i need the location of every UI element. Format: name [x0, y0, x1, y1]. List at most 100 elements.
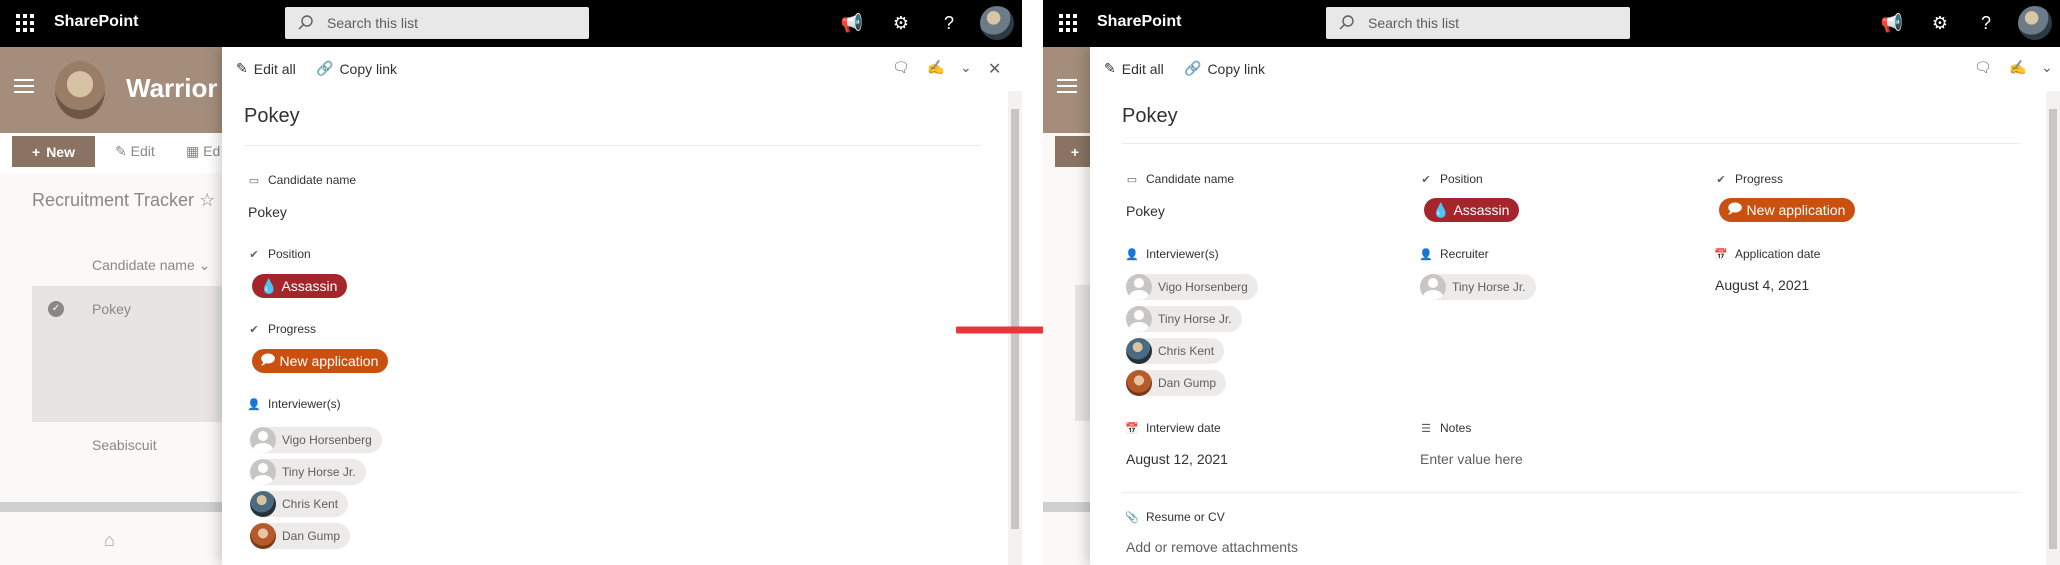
pencil-icon: ✎: [1104, 60, 1116, 76]
avatar: [1126, 338, 1152, 364]
megaphone-icon[interactable]: 📢: [1879, 10, 1905, 36]
help-icon[interactable]: ?: [1973, 10, 1999, 36]
chevron-down-icon[interactable]: ⌄: [960, 59, 972, 76]
field-label-position: ✔ Position: [1420, 172, 1483, 186]
person-chip[interactable]: Dan Gump: [1126, 370, 1227, 396]
notes-input[interactable]: Enter value here: [1420, 451, 1523, 467]
star-icon[interactable]: ☆: [199, 190, 215, 210]
label-text: Application date: [1735, 247, 1821, 261]
waffle-icon[interactable]: [16, 14, 34, 32]
choice-icon: ✔: [249, 248, 259, 261]
scrollbar-thumb[interactable]: [2049, 109, 2057, 549]
comments-icon[interactable]: 🗨: [892, 59, 910, 76]
position-pill[interactable]: 💧 Assassin: [1424, 198, 1520, 222]
column-header-label: Candidate name: [92, 257, 195, 273]
copy-link-button[interactable]: 🔗 Copy link: [1184, 60, 1265, 77]
after-screenshot: SharePoint Search this list 📢 ⚙ ? + ✎ Edi…: [1043, 0, 2060, 565]
application-date-value[interactable]: August 4, 2021: [1715, 277, 1809, 293]
app-name[interactable]: SharePoint: [54, 13, 138, 31]
search-box[interactable]: Search this list: [1326, 7, 1630, 39]
horizontal-scrollbar[interactable]: [0, 502, 260, 512]
attachments-button[interactable]: Add or remove attachments: [1126, 539, 1298, 555]
divider: [1122, 143, 2020, 144]
help-icon[interactable]: ?: [936, 10, 962, 36]
person-chip[interactable]: Chris Kent: [1126, 338, 1225, 364]
home-icon[interactable]: ⌂: [104, 530, 115, 551]
app-name[interactable]: SharePoint: [1097, 13, 1181, 31]
copy-link-label: Copy link: [1207, 60, 1266, 77]
list-name-text: Recruitment Tracker: [32, 190, 195, 210]
person-chip[interactable]: Dan Gump: [250, 523, 351, 549]
speech-bubble-icon: 🗩: [260, 351, 276, 367]
table-cell[interactable]: Pokey: [92, 301, 131, 317]
label-text: Interviewer(s): [268, 397, 341, 411]
copy-link-label: Copy link: [339, 60, 398, 77]
search-box[interactable]: Search this list: [285, 7, 589, 39]
edit-all-button[interactable]: ✎ Edit all: [236, 60, 296, 77]
position-pill[interactable]: 💧 Assassin: [252, 274, 348, 298]
edit-form-icon[interactable]: ✍: [2009, 59, 2026, 76]
person-chip[interactable]: Vigo Horsenberg: [250, 427, 382, 453]
megaphone-icon[interactable]: 📢: [839, 10, 865, 36]
avatar: [250, 459, 276, 485]
drop-icon: 💧: [260, 277, 278, 294]
field-label-interviewers: 👤 Interviewer(s): [247, 397, 341, 411]
edit-grid-command[interactable]: ▦ Ed: [186, 143, 220, 160]
user-avatar[interactable]: [2018, 6, 2052, 40]
avatar: [250, 427, 276, 453]
table-cell[interactable]: Seabiscuit: [92, 437, 157, 453]
field-label-interview-date: 📅 Interview date: [1125, 421, 1221, 435]
comments-icon[interactable]: 🗨: [1974, 59, 1992, 76]
avatar: [1126, 370, 1152, 396]
vertical-scrollbar[interactable]: [2046, 91, 2060, 565]
user-avatar[interactable]: [980, 6, 1014, 40]
person-name: Tiny Horse Jr.: [1158, 312, 1232, 326]
progress-pill[interactable]: 🗩 New application: [1719, 198, 1856, 222]
gear-icon[interactable]: ⚙: [888, 10, 914, 36]
progress-pill[interactable]: 🗩 New application: [252, 349, 389, 373]
label-text: Position: [1440, 172, 1483, 186]
hamburger-icon[interactable]: [14, 79, 34, 93]
new-button[interactable]: +: [1055, 136, 1095, 167]
site-logo[interactable]: [55, 61, 105, 119]
chevron-down-icon: ⌄: [198, 257, 211, 273]
gear-icon[interactable]: ⚙: [1927, 10, 1953, 36]
item-details-panel: ✎Edit all 🔗Copy link 🗨 ✍ ⌄ ✕ Pokey ▭Cand…: [222, 47, 1022, 565]
edit-command[interactable]: ✎ Edit: [115, 143, 155, 160]
interview-date-value[interactable]: August 12, 2021: [1126, 451, 1228, 467]
search-icon: [1339, 15, 1354, 30]
label-text: Candidate name: [268, 173, 357, 187]
pill-text: Assassin: [281, 278, 338, 294]
choice-icon: ✔: [1421, 173, 1431, 186]
candidate-name-value[interactable]: Pokey: [1126, 203, 1165, 219]
person-icon: 👤: [247, 398, 261, 411]
column-header-candidate[interactable]: Candidate name ⌄: [92, 257, 210, 274]
close-icon[interactable]: ✕: [988, 59, 1001, 79]
person-chip[interactable]: Tiny Horse Jr.: [1420, 274, 1536, 300]
list-name[interactable]: Recruitment Tracker ☆: [32, 190, 215, 211]
new-button[interactable]: + New: [12, 136, 95, 167]
link-icon: 🔗: [316, 60, 334, 76]
field-label-resume: 📎 Resume or CV: [1125, 510, 1225, 524]
person-chip[interactable]: Tiny Horse Jr.: [1126, 306, 1242, 332]
copy-link-button[interactable]: 🔗 Copy link: [316, 60, 397, 77]
chevron-down-icon[interactable]: ⌄: [2041, 59, 2053, 76]
avatar: [1420, 274, 1446, 300]
paperclip-icon: 📎: [1125, 511, 1139, 524]
waffle-icon[interactable]: [1059, 14, 1077, 32]
calendar-icon: 📅: [1125, 422, 1139, 435]
panel-command-bar: ✎ Edit all 🔗 Copy link 🗨 ✍ ⌄ ✕: [222, 47, 1022, 91]
person-chip[interactable]: Tiny Horse Jr.: [250, 459, 366, 485]
person-name: Dan Gump: [1158, 376, 1217, 390]
choice-icon: ✔: [249, 323, 259, 336]
hamburger-icon[interactable]: [1057, 79, 1077, 93]
person-chip[interactable]: Chris Kent: [250, 491, 349, 517]
edit-all-button[interactable]: ✎ Edit all: [1104, 60, 1164, 77]
person-chip[interactable]: Vigo Horsenberg: [1126, 274, 1258, 300]
person-name: Tiny Horse Jr.: [282, 465, 356, 479]
candidate-name-value[interactable]: Pokey: [248, 204, 287, 220]
check-icon[interactable]: ✓: [48, 301, 64, 317]
item-details-panel: ✎Edit all 🔗Copy link 🗨 ✍ ⌄ ✕ Pokey ▭Cand…: [1090, 47, 2060, 565]
edit-form-icon[interactable]: ✍: [927, 59, 944, 76]
person-name: Tiny Horse Jr.: [1452, 280, 1526, 294]
